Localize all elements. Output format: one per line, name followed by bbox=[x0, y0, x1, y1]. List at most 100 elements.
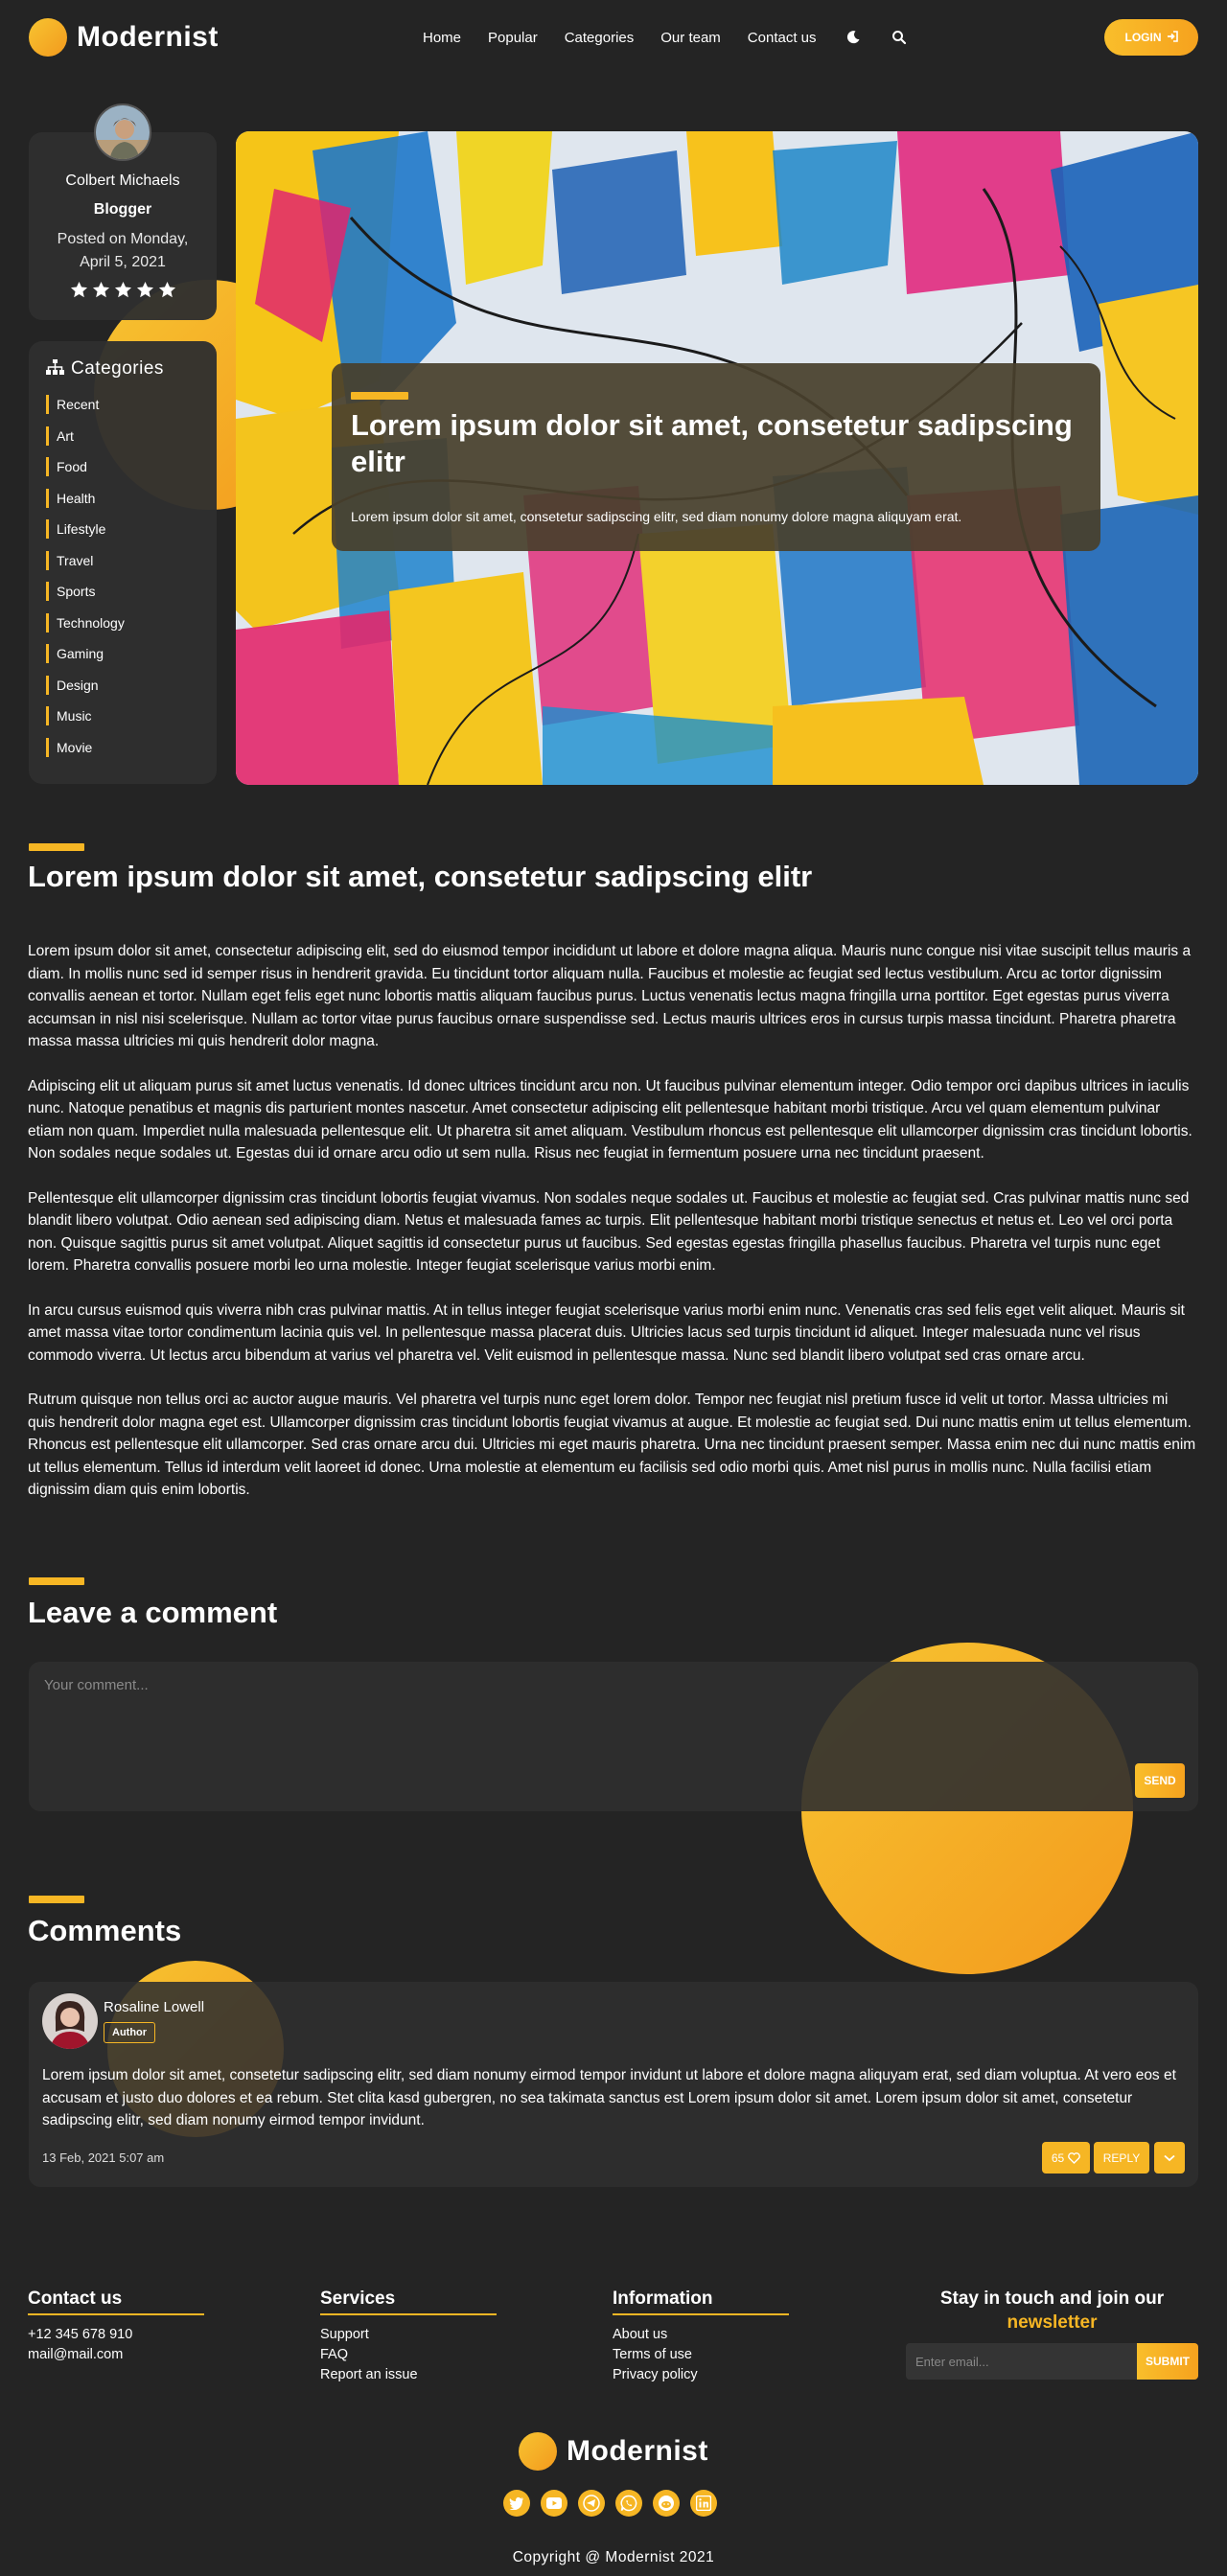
posted-date-line2: April 5, 2021 bbox=[80, 254, 166, 270]
send-button[interactable]: SEND bbox=[1135, 1763, 1185, 1798]
logo-circle-icon bbox=[519, 2432, 557, 2471]
footer-underline bbox=[613, 2313, 789, 2315]
footer-link-terms[interactable]: Terms of use bbox=[613, 2345, 789, 2365]
like-count: 65 bbox=[1051, 2150, 1065, 2165]
footer-information: Information About us Terms of use Privac… bbox=[613, 2288, 789, 2385]
author-badge: Author bbox=[104, 2022, 156, 2043]
hero-image: Lorem ipsum dolor sit amet, consetetur s… bbox=[236, 131, 1198, 785]
nav-home[interactable]: Home bbox=[423, 30, 461, 46]
reddit-icon[interactable] bbox=[653, 2490, 680, 2517]
footer-link-support[interactable]: Support bbox=[320, 2325, 497, 2345]
category-item[interactable]: Recent bbox=[46, 395, 209, 414]
newsletter: Stay in touch and join our newsletter SU… bbox=[906, 2288, 1198, 2380]
category-item[interactable]: Sports bbox=[46, 582, 209, 601]
category-item[interactable]: Design bbox=[46, 675, 209, 695]
site-footer: Contact us +12 345 678 910 mail@mail.com… bbox=[0, 2281, 1227, 2576]
twitter-icon[interactable] bbox=[503, 2490, 530, 2517]
main-nav: Home Popular Categories Our team Contact… bbox=[423, 28, 909, 47]
commenter-name[interactable]: Rosaline Lowell bbox=[104, 1999, 204, 2015]
category-item[interactable]: Music bbox=[46, 706, 209, 725]
star-icon bbox=[158, 281, 175, 298]
categories-list: Recent Art Food Health Lifestyle Travel … bbox=[46, 395, 209, 769]
footer-brand-name: Modernist bbox=[567, 2435, 708, 2467]
category-item[interactable]: Art bbox=[46, 426, 209, 446]
star-icon bbox=[92, 281, 109, 298]
category-item[interactable]: Travel bbox=[46, 550, 209, 570]
footer-phone[interactable]: +12 345 678 910 bbox=[28, 2325, 204, 2345]
hero-caption-card: Lorem ipsum dolor sit amet, consetetur s… bbox=[332, 363, 1100, 551]
newsletter-title: Stay in touch and join our bbox=[939, 2288, 1165, 2309]
article-title: Lorem ipsum dolor sit amet, consetetur s… bbox=[28, 860, 813, 893]
category-item[interactable]: Food bbox=[46, 457, 209, 476]
category-item[interactable]: Technology bbox=[46, 612, 209, 632]
category-item[interactable]: Movie bbox=[46, 737, 209, 757]
copyright: Copyright @ Modernist 2021 bbox=[512, 2549, 715, 2565]
accent-bar bbox=[351, 392, 408, 400]
article-paragraph: Pellentesque elit ullamcorper dignissim … bbox=[28, 1189, 1190, 1275]
footer-link-privacy[interactable]: Privacy policy bbox=[613, 2365, 789, 2385]
comment-form-title: Leave a comment bbox=[28, 1596, 278, 1629]
chevron-down-icon bbox=[1164, 2154, 1175, 2161]
brand-logo[interactable]: Modernist bbox=[29, 18, 219, 57]
newsletter-email-input[interactable] bbox=[906, 2343, 1137, 2380]
footer-link-report[interactable]: Report an issue bbox=[320, 2365, 497, 2385]
footer-underline bbox=[28, 2313, 204, 2315]
author-avatar[interactable] bbox=[94, 104, 151, 161]
linkedin-icon[interactable] bbox=[690, 2490, 717, 2517]
article-body: Lorem ipsum dolor sit amet, consectetur … bbox=[28, 940, 1199, 1524]
posted-date-line1: Posted on Monday, bbox=[57, 231, 189, 247]
star-icon bbox=[114, 281, 131, 298]
category-item[interactable]: Health bbox=[46, 488, 209, 508]
hero-title: Lorem ipsum dolor sit amet, consetetur s… bbox=[351, 408, 1073, 478]
login-label: LOGIN bbox=[1124, 31, 1162, 44]
site-header: Modernist Home Popular Categories Our te… bbox=[0, 0, 1227, 77]
category-item[interactable]: Lifestyle bbox=[46, 519, 209, 539]
nav-popular[interactable]: Popular bbox=[488, 30, 538, 46]
telegram-icon[interactable] bbox=[578, 2490, 605, 2517]
footer-information-title: Information bbox=[613, 2288, 713, 2309]
moon-icon[interactable] bbox=[844, 28, 863, 47]
search-icon[interactable] bbox=[890, 28, 909, 47]
article-paragraph: Rutrum quisque non tellus orci ac auctor… bbox=[28, 1392, 1196, 1498]
youtube-icon[interactable] bbox=[541, 2490, 567, 2517]
author-name[interactable]: Colbert Michaels bbox=[29, 172, 217, 190]
newsletter-submit-button[interactable]: SUBMIT bbox=[1137, 2343, 1198, 2380]
footer-contact: Contact us +12 345 678 910 mail@mail.com bbox=[28, 2288, 204, 2365]
comment-form-accent-bar bbox=[29, 1577, 84, 1585]
comments-accent-bar bbox=[29, 1896, 84, 1903]
star-icon bbox=[70, 281, 87, 298]
comment-form: SEND bbox=[29, 1662, 1198, 1811]
sign-in-icon bbox=[1167, 30, 1178, 45]
login-button[interactable]: LOGIN bbox=[1104, 19, 1198, 56]
category-item[interactable]: Gaming bbox=[46, 644, 209, 663]
article-paragraph: Lorem ipsum dolor sit amet, consectetur … bbox=[28, 943, 1192, 1049]
nav-our-team[interactable]: Our team bbox=[660, 30, 721, 46]
expand-button[interactable] bbox=[1154, 2142, 1185, 2174]
categories-header: Categories bbox=[46, 358, 164, 380]
footer-underline bbox=[320, 2313, 497, 2315]
nav-categories[interactable]: Categories bbox=[565, 30, 635, 46]
brand-name: Modernist bbox=[77, 21, 219, 53]
comment-card: Rosaline Lowell Author Lorem ipsum dolor… bbox=[29, 1982, 1198, 2187]
comment-input[interactable] bbox=[44, 1677, 1099, 1792]
social-links bbox=[503, 2490, 717, 2517]
like-button[interactable]: 65 bbox=[1042, 2142, 1090, 2174]
whatsapp-icon[interactable] bbox=[615, 2490, 642, 2517]
rating-stars bbox=[29, 281, 217, 299]
logo-circle-icon bbox=[29, 18, 67, 57]
hero-subtitle: Lorem ipsum dolor sit amet, consetetur s… bbox=[351, 509, 962, 524]
author-role: Blogger bbox=[93, 201, 152, 218]
footer-brand[interactable]: Modernist bbox=[519, 2432, 708, 2471]
article-paragraph: Adipiscing elit ut aliquam purus sit ame… bbox=[28, 1077, 1192, 1162]
commenter-avatar[interactable] bbox=[42, 1993, 98, 2049]
footer-link-about[interactable]: About us bbox=[613, 2325, 789, 2345]
footer-services: Services Support FAQ Report an issue bbox=[320, 2288, 497, 2385]
reply-button[interactable]: REPLY bbox=[1094, 2142, 1149, 2174]
star-icon bbox=[136, 281, 153, 298]
footer-link-faq[interactable]: FAQ bbox=[320, 2345, 497, 2365]
nav-contact[interactable]: Contact us bbox=[748, 30, 817, 46]
footer-services-title: Services bbox=[320, 2288, 396, 2309]
footer-email[interactable]: mail@mail.com bbox=[28, 2345, 204, 2365]
sitemap-icon bbox=[46, 358, 64, 380]
newsletter-highlight: newsletter bbox=[1007, 2312, 1098, 2333]
